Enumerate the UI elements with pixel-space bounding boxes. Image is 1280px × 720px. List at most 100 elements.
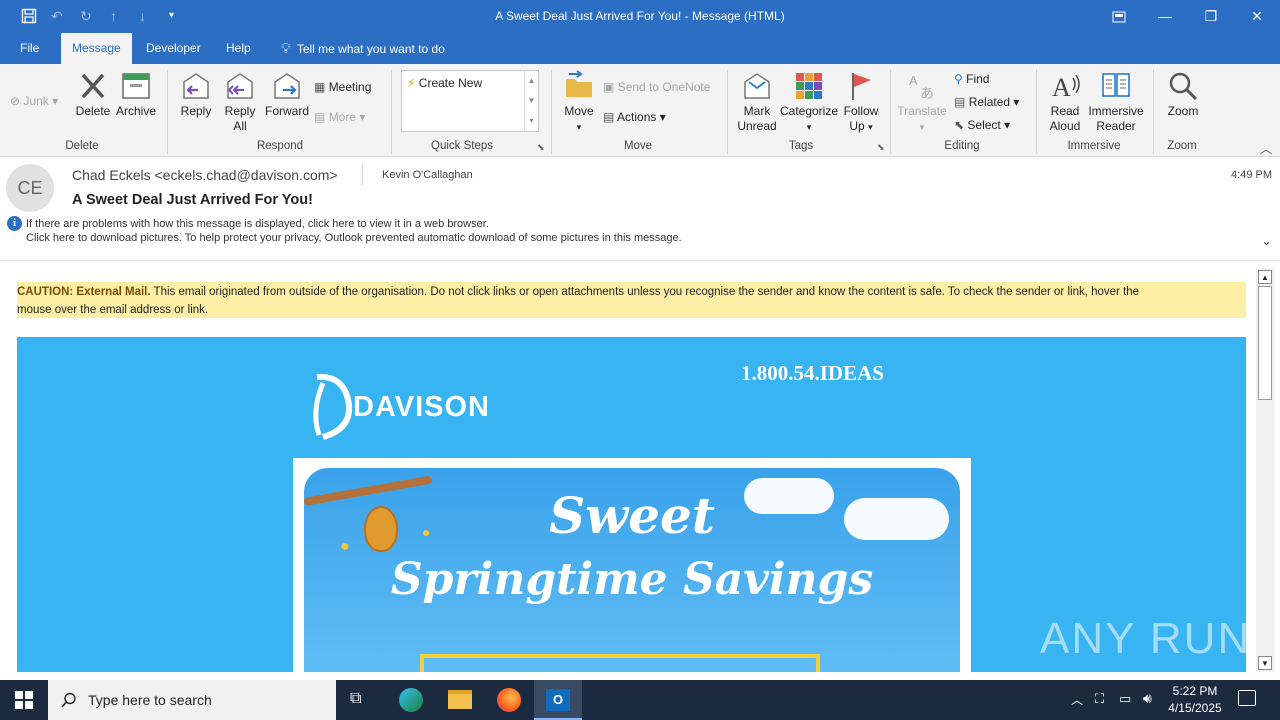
delete-icon	[81, 73, 105, 99]
meeting-button[interactable]: ▦ Meeting	[314, 79, 371, 95]
notification-icon[interactable]	[1238, 690, 1256, 706]
categorize-icon	[796, 73, 822, 99]
immersive-reader-icon	[1102, 73, 1130, 97]
forward-icon	[274, 73, 300, 99]
reply-all-button[interactable]: Reply All	[220, 70, 260, 134]
group-label-respond: Respond	[256, 140, 304, 152]
windows-logo-icon	[15, 691, 33, 709]
group-label-editing: Editing	[944, 140, 980, 152]
file-explorer-icon[interactable]	[448, 690, 472, 709]
task-view-icon[interactable]: ⧉	[350, 690, 361, 708]
ribbon: ⊘ Junk ▾ Delete Archive Delete Reply Rep…	[0, 64, 1280, 157]
group-separator	[391, 70, 392, 154]
reply-button[interactable]: Reply	[176, 70, 216, 119]
received-time: 4:49 PM	[1231, 169, 1272, 181]
download-pictures-notice[interactable]: Click here to download pictures. To help…	[26, 232, 682, 244]
group-separator	[551, 70, 552, 154]
read-aloud-button[interactable]: A Read Aloud	[1043, 70, 1087, 134]
quick-steps-scrollbar[interactable]: ▲ ▼ ▾	[524, 71, 538, 131]
dialog-launcher-icon[interactable]: ⬊	[537, 142, 545, 153]
phone-number[interactable]: 1.800.54.IDEAS	[741, 361, 884, 386]
taskbar-search-box[interactable]: Type here to search	[48, 680, 336, 720]
collapse-ribbon-icon[interactable]: ︿	[1260, 140, 1272, 157]
quick-steps-gallery[interactable]: ⚡︎ Create New ▲ ▼ ▾	[401, 70, 539, 132]
forward-button[interactable]: Forward	[263, 70, 311, 119]
tab-developer[interactable]: Developer	[135, 33, 212, 64]
restore-button[interactable]: ❐	[1188, 0, 1234, 33]
promo-card[interactable]: ● ● ● Sweet Springtime Savings	[293, 458, 971, 672]
clock[interactable]: 5:22 PM 4/15/2025	[1163, 683, 1227, 717]
external-mail-caution-banner: CAUTION: External Mail. This email origi…	[17, 282, 1246, 318]
archive-button[interactable]: Archive	[114, 70, 158, 119]
send-to-onenote-button[interactable]: ▣ Send to OneNote	[603, 79, 710, 95]
tell-me-text: Tell me what you want to do	[296, 42, 445, 56]
header-divider	[362, 165, 363, 185]
avatar[interactable]: CE	[6, 164, 54, 212]
minimize-button[interactable]: —	[1142, 0, 1188, 33]
outlook-taskbar-button[interactable]: O	[534, 680, 582, 720]
volume-icon[interactable]: 🔊︎	[1143, 690, 1152, 707]
recipient[interactable]: Kevin O'Callaghan	[382, 169, 473, 181]
expand-header-icon[interactable]: ⌄	[1261, 233, 1272, 249]
immersive-reader-button[interactable]: Immersive Reader	[1087, 70, 1145, 134]
group-label-tags: Tags	[788, 140, 814, 152]
scroll-thumb[interactable]	[1258, 286, 1272, 400]
scroll-up-arrow[interactable]: ▲	[1258, 270, 1272, 284]
reply-all-icon	[227, 73, 253, 99]
translate-button[interactable]: Aあ Translate ▾	[896, 70, 948, 135]
zoom-button[interactable]: Zoom	[1161, 70, 1205, 119]
edge-icon[interactable]	[399, 688, 423, 712]
network-icon[interactable]: ▭	[1119, 691, 1131, 707]
delete-button[interactable]: Delete	[72, 70, 114, 119]
taskbar: Type here to search ⧉ O ︿ ⛶ ▭ 🔊︎ 5:22 PM…	[0, 680, 1280, 720]
mark-unread-button[interactable]: Mark Unread	[735, 70, 779, 134]
clock-date: 4/15/2025	[1168, 701, 1222, 715]
ribbon-tabs: File Message Developer Help 💡︎ Tell me wh…	[0, 33, 1280, 64]
actions-icon: ▤	[603, 110, 615, 124]
sender[interactable]: Chad Eckels <eckels.chad@davison.com>	[72, 167, 338, 183]
body-scrollbar[interactable]: ▲ ▼	[1256, 268, 1274, 672]
close-button[interactable]: ✕	[1234, 0, 1280, 33]
move-folder-icon	[566, 70, 592, 97]
junk-button[interactable]: ⊘ Junk ▾	[10, 93, 58, 109]
watermark: ANY RUN	[1040, 614, 1252, 663]
move-button[interactable]: Move ▾	[559, 70, 599, 135]
archive-icon	[122, 73, 150, 99]
tab-file[interactable]: File	[9, 33, 50, 64]
related-icon: ▤	[954, 95, 966, 109]
dialog-launcher-icon[interactable]: ⬊	[877, 142, 885, 153]
web-view-notice[interactable]: If there are problems with how this mess…	[26, 218, 489, 230]
meeting-icon: ▦	[314, 80, 326, 94]
title-bar: ↶ ↻ ↑ ↓ ▾ A Sweet Deal Just Arrived For …	[0, 0, 1280, 33]
caution-text-cont: mouse over the email address or link.	[17, 304, 209, 316]
start-button[interactable]	[0, 680, 48, 720]
related-button[interactable]: ▤ Related ▾	[954, 94, 1019, 110]
flag-icon	[852, 73, 871, 100]
show-hidden-icons[interactable]: ︿	[1071, 691, 1083, 708]
tab-help[interactable]: Help	[215, 33, 262, 64]
group-separator	[167, 70, 168, 154]
follow-up-button[interactable]: Follow Up ▾	[839, 70, 883, 135]
group-separator	[727, 70, 728, 154]
brand-name: DAVISON	[353, 391, 490, 423]
find-button[interactable]: ⚲ Find	[954, 71, 989, 87]
svg-text:A: A	[909, 73, 918, 88]
read-aloud-icon: A	[1052, 73, 1080, 102]
ribbon-display-options-icon[interactable]	[1096, 0, 1142, 33]
junk-icon: ⊘	[10, 94, 21, 108]
tell-me-box[interactable]: 💡︎ Tell me what you want to do	[270, 33, 456, 64]
scroll-down-arrow[interactable]: ▼	[1258, 656, 1272, 670]
tab-message[interactable]: Message	[61, 33, 132, 64]
categorize-button[interactable]: Categorize ▾	[779, 70, 839, 135]
create-new-quick-step[interactable]: ⚡︎ Create New	[407, 75, 482, 91]
promo-sky: ● ● ● Sweet Springtime Savings	[304, 468, 960, 672]
caution-label: CAUTION: External Mail.	[17, 286, 151, 298]
davison-logo[interactable]: DAVISON	[305, 371, 515, 441]
group-label-immersive: Immersive	[1067, 140, 1121, 152]
firefox-icon[interactable]	[497, 688, 521, 712]
select-button[interactable]: ⬉ Select ▾	[954, 117, 1010, 133]
more-respond-button[interactable]: ▤ More ▾	[314, 109, 365, 125]
more-icon: ▤	[314, 110, 326, 124]
meet-now-icon[interactable]: ⛶	[1095, 691, 1104, 707]
actions-button[interactable]: ▤ Actions ▾	[603, 109, 666, 125]
